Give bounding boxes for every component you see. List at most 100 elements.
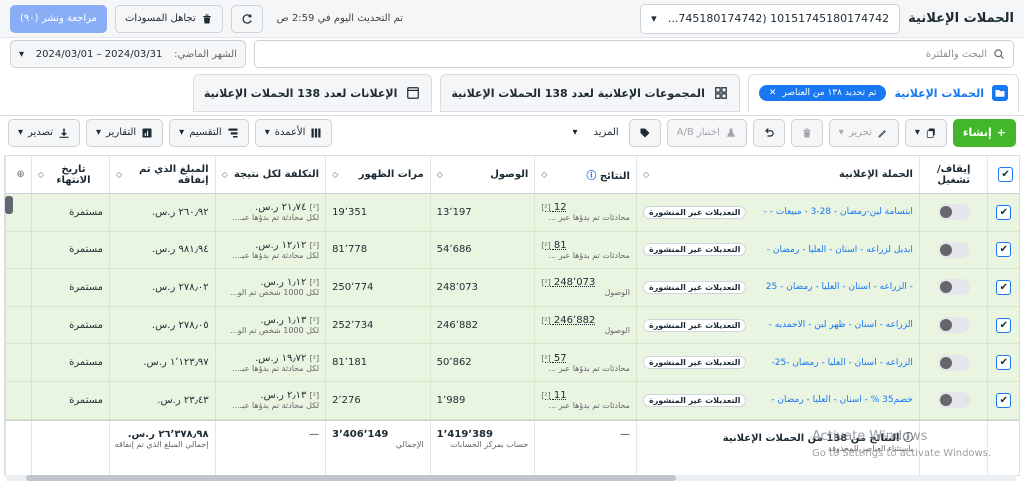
ab-test-button[interactable]: اختبار A/B: [666, 118, 747, 147]
unpublished-badge: التعديلات غير المنشورة: [642, 318, 747, 332]
campaign-cell: ابديل لزراعه - اسنان - العليا - رمضان - …: [635, 231, 919, 269]
header-end-date[interactable]: تاريخ الانتهاء ◇: [30, 156, 109, 193]
header-select-all[interactable]: ✔: [987, 156, 1019, 193]
horizontal-scrollbar-thumb[interactable]: [26, 475, 676, 481]
flask-icon: [726, 128, 735, 137]
campaign-toggle[interactable]: [937, 204, 970, 221]
impressions-cell: 81٬778: [325, 231, 430, 269]
campaign-name-link[interactable]: خصم35 % - اسنان - العليا - رمضان -: [771, 395, 913, 405]
impressions-cell: 19٬351: [325, 194, 430, 231]
end-date-cell: مستمرة: [30, 269, 109, 306]
sort-icon: ◇: [436, 170, 443, 179]
results-sub: الوصول: [604, 288, 630, 298]
spent-value: ٢٦٠٫٩٢ ر.س.: [151, 206, 209, 218]
row-checkbox[interactable]: ✔: [996, 242, 1012, 258]
row-checkbox[interactable]: ✔: [996, 317, 1012, 333]
header-cost-per-result[interactable]: التكلفة لكل نتيجة ◇: [214, 156, 325, 193]
reach-cell: 13٬197: [429, 194, 535, 231]
campaign-toggle[interactable]: [937, 241, 970, 258]
unpublished-badge: التعديلات غير المنشورة: [642, 243, 747, 257]
compare-icon: [²]: [309, 240, 320, 250]
totals-reach: 1٬419٬389: [436, 429, 493, 440]
vertical-scrollbar[interactable]: [5, 196, 13, 214]
row-checkbox[interactable]: ✔: [996, 204, 1012, 220]
discard-drafts-label: تجاهل المسودات: [125, 13, 196, 24]
campaign-cell: الزراعه - اسنان - العليا - رمضان -25- ال…: [635, 344, 919, 381]
row-checkbox[interactable]: ✔: [996, 355, 1012, 371]
duplicate-button[interactable]: ▾: [904, 118, 947, 147]
create-button[interactable]: + إنشاء: [952, 118, 1016, 147]
row-checkbox[interactable]: ✔: [996, 392, 1012, 408]
campaign-toggle[interactable]: [937, 392, 970, 409]
date-range-picker[interactable]: الشهر الماضي: 2024/03/01 – 2024/03/31 ▾: [10, 40, 246, 68]
campaign-name-link[interactable]: - الزراعه - اسنان - العليا - رمضان - 25: [766, 282, 913, 292]
breakdown-icon: [228, 128, 238, 137]
cost-per-result-cell: [²] ٢١٫٧٤ ر.س. لكل محادثة تم بدؤها عبـ..…: [214, 194, 325, 231]
columns-button[interactable]: الأعمدة ▾: [254, 118, 333, 147]
header-impressions[interactable]: مرات الظهور ◇: [325, 156, 430, 193]
close-icon[interactable]: ✕: [769, 88, 777, 98]
table-header: ✔ إيقاف/ تشغيل الحملة الإعلانية ◇ النتائج…: [5, 156, 1019, 194]
undo-icon: [764, 127, 774, 137]
table-row[interactable]: ✔ خصم35 % - اسنان - العليا - رمضان - الت…: [5, 381, 1019, 420]
cost-per-result-cell: [²] ٢٫١٣ ر.س. لكل محادثة تم بدؤها عبـ...: [214, 381, 325, 419]
campaign-toggle[interactable]: [937, 354, 970, 371]
table-row[interactable]: ✔ - الزراعه - اسنان - العليا - رمضان - 2…: [5, 269, 1019, 307]
export-button[interactable]: تصدير ▾: [8, 118, 81, 147]
table-row[interactable]: ✔ ابديل لزراعه - اسنان - العليا - رمضان …: [5, 231, 1019, 270]
cpr-value: ١٢٫١٢ ر.س.: [255, 239, 307, 251]
plus-circle-icon: ⊕: [16, 169, 25, 180]
horizontal-scrollbar[interactable]: [6, 475, 1016, 481]
chevron-down-icon: ▾: [651, 12, 657, 25]
delete-button[interactable]: [790, 118, 823, 147]
reports-button[interactable]: التقارير ▾: [86, 118, 164, 147]
create-label: إنشاء: [962, 126, 992, 139]
campaign-toggle[interactable]: [937, 317, 970, 334]
more-dropdown[interactable]: المزيد ▾: [572, 127, 618, 138]
cost-per-result-cell: [²] ١٩٫٧٢ ر.س. لكل محادثة تم بدؤها عبـ..…: [214, 344, 325, 381]
checkbox-checked-icon[interactable]: ✔: [998, 167, 1013, 182]
unpublished-badge: التعديلات غير المنشورة: [642, 356, 747, 370]
edit-button[interactable]: تحرير ▾: [828, 118, 899, 147]
table-row[interactable]: ✔ ابتسامة لين-رمضان - 28-3 - مبيعات - - …: [5, 194, 1019, 232]
header-campaign[interactable]: الحملة الإعلانية ◇: [635, 156, 919, 193]
spent-cell: ٩٨١٫٩٤ ر.س.: [109, 231, 215, 269]
header-reach[interactable]: الوصول ◇: [429, 156, 535, 193]
end-date-cell: مستمرة: [30, 344, 109, 381]
reach-cell: 54٬686: [429, 231, 535, 269]
reports-label: التقارير: [106, 127, 137, 138]
search-input[interactable]: البحث والفلترة: [254, 40, 1014, 68]
tab-ads[interactable]: الإعلانات لعدد 138 الحملات الإعلانية: [192, 74, 433, 112]
campaign-toggle[interactable]: [937, 279, 970, 296]
account-selector[interactable]: ...745180174742) 10151745180174742 ▾: [640, 3, 901, 34]
impressions-value: 81٬181: [332, 357, 368, 369]
table-row[interactable]: ✔ الزراعه - اسنان - ظهر لبن - الاحمديه -…: [5, 306, 1019, 345]
compare-icon: [²]: [541, 316, 551, 326]
review-publish-button[interactable]: مراجعة ونشر (٩٠): [10, 4, 107, 33]
chevron-down-icon: ▾: [19, 48, 25, 60]
cpr-value: ١٫١٢ ر.س.: [260, 277, 307, 289]
campaign-name-link[interactable]: ابتسامة لين-رمضان - 28-3 - مبيعات - -: [764, 207, 913, 217]
tab-campaigns[interactable]: الحملات الإعلانية تم تحديد ١٣٨ من العناص…: [747, 74, 1019, 112]
discard-drafts-button[interactable]: تجاهل المسودات: [115, 4, 223, 33]
account-selector-value: ...745180174742) 10151745180174742: [667, 12, 890, 25]
trash-icon: [803, 128, 811, 137]
row-checkbox[interactable]: ✔: [996, 279, 1012, 295]
results-cell: [²] 246٬882 الوصول: [534, 306, 636, 344]
undo-button[interactable]: [752, 118, 785, 147]
selection-chip[interactable]: تم تحديد ١٣٨ من العناصر ✕: [758, 85, 887, 101]
campaign-name-link[interactable]: الزراعه - اسنان - العليا - رمضان -25-: [772, 358, 913, 368]
tab-adsets[interactable]: المجموعات الإعلانية لعدد 138 الحملات الإ…: [440, 74, 740, 112]
refresh-button[interactable]: [230, 4, 263, 33]
chevron-down-icon: ▾: [914, 127, 920, 138]
tag-button[interactable]: [628, 118, 661, 147]
breakdown-button[interactable]: التقسيم ▾: [169, 118, 249, 147]
table-row[interactable]: ✔ الزراعه - اسنان - العليا - رمضان -25- …: [5, 344, 1019, 382]
header-amount-spent[interactable]: المبلغ الذي تم إنفاقه ◇: [109, 156, 215, 193]
campaign-name-link[interactable]: ابديل لزراعه - اسنان - العليا - رمضان -: [767, 245, 913, 255]
header-results[interactable]: النتائج ⓘ ◇: [534, 156, 636, 193]
campaign-name-link[interactable]: الزراعه - اسنان - ظهر لبن - الاحمديه -: [769, 320, 913, 330]
end-date-value: مستمرة: [69, 206, 103, 218]
add-column-button[interactable]: ⊕: [5, 156, 31, 193]
tab-adsets-label: المجموعات الإعلانية لعدد 138 الحملات الإ…: [451, 86, 705, 100]
